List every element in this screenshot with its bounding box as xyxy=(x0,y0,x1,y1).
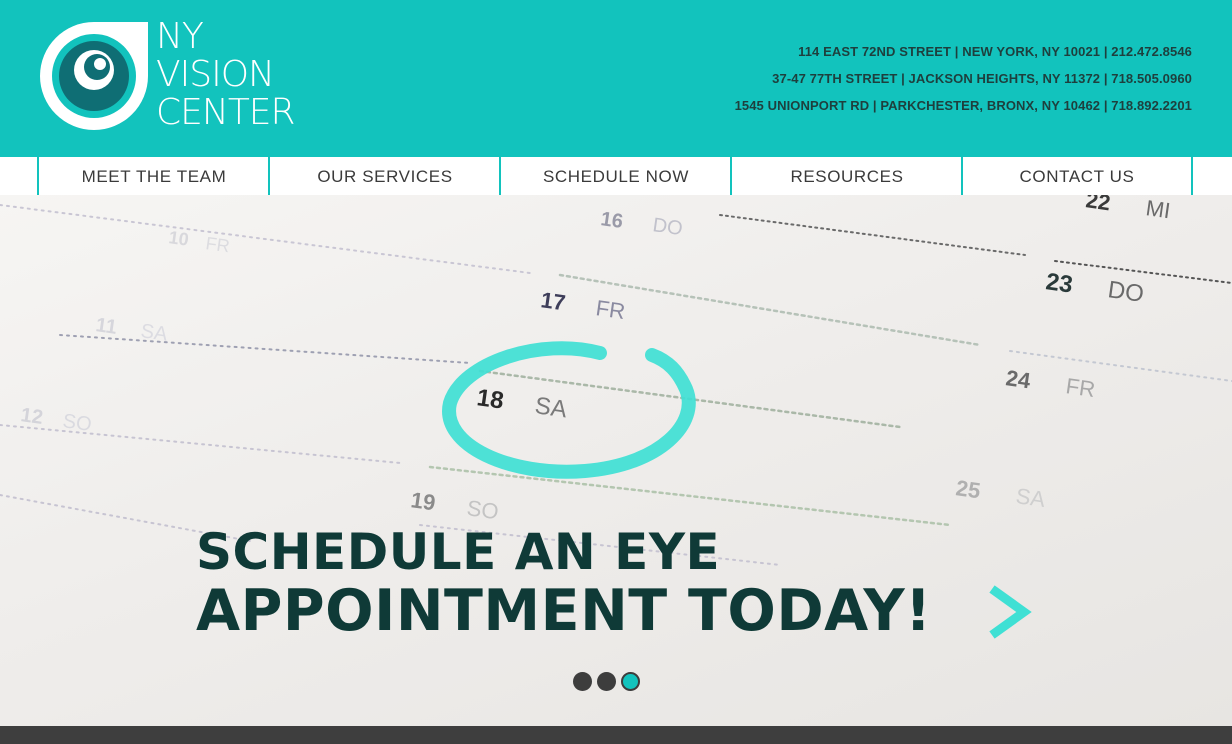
brand-name: NY VISION CENTER xyxy=(156,16,296,133)
chevron-right-icon[interactable] xyxy=(984,583,1034,641)
slide-dot-1[interactable] xyxy=(573,672,592,691)
calendar-day-16: 16 xyxy=(599,208,624,233)
brand-line-1: NY xyxy=(156,16,204,57)
address-jackson-heights: 37-47 77TH STREET | JACKSON HEIGHTS, NY … xyxy=(772,71,1192,86)
calendar-weekday-25: SA xyxy=(1014,483,1047,512)
calendar-day-12: 12 xyxy=(19,404,44,429)
calendar-weekday-17: FR xyxy=(594,295,627,324)
nav-schedule-now[interactable]: SCHEDULE NOW xyxy=(499,157,731,195)
calendar-weekday-10: FR xyxy=(204,233,231,256)
calendar-weekday-18: SA xyxy=(533,392,568,423)
calendar-day-17: 17 xyxy=(539,287,567,315)
slide-dot-3[interactable] xyxy=(621,672,640,691)
headline-line-2: APPOINTMENT TODAY! xyxy=(196,578,932,644)
brand-line-3: CENTER xyxy=(156,92,296,133)
site-header: NY VISION CENTER 114 EAST 72ND STREET | … xyxy=(0,0,1232,157)
calendar-background-image: 16 DO 10 FR 17 FR 11 SA 12 SO 18 SA 19 S… xyxy=(0,195,1232,566)
address-upper-east-side: 114 EAST 72ND STREET | NEW YORK, NY 1002… xyxy=(798,44,1192,59)
slide-dot-2[interactable] xyxy=(597,672,616,691)
nav-resources[interactable]: RESOURCES xyxy=(730,157,962,195)
calendar-day-24: 24 xyxy=(1004,365,1032,393)
main-nav: MEET THE TEAM OUR SERVICES SCHEDULE NOW … xyxy=(0,157,1232,195)
calendar-day-18: 18 xyxy=(475,384,505,414)
headline-line-1: SCHEDULE AN EYE xyxy=(196,523,721,581)
hero-headline: SCHEDULE AN EYE APPOINTMENT TODAY! xyxy=(196,525,932,643)
location-list: 114 EAST 72ND STREET | NEW YORK, NY 1002… xyxy=(735,38,1192,119)
nav-contact-us[interactable]: CONTACT US xyxy=(961,157,1193,195)
brand-line-2: VISION xyxy=(156,54,275,95)
hero-slider: 16 DO 10 FR 17 FR 11 SA 12 SO 18 SA 19 S… xyxy=(0,195,1232,726)
calendar-weekday-16: DO xyxy=(651,214,684,240)
eye-logo-icon xyxy=(40,22,148,130)
logo[interactable]: NY VISION CENTER xyxy=(36,18,306,134)
calendar-weekday-19: SO xyxy=(465,495,500,524)
nav-meet-the-team[interactable]: MEET THE TEAM xyxy=(37,157,269,195)
calendar-weekday-24: FR xyxy=(1064,373,1097,402)
calendar-weekday-12: SO xyxy=(61,410,93,436)
nav-our-services[interactable]: OUR SERVICES xyxy=(268,157,500,195)
calendar-weekday-22: MI xyxy=(1144,195,1172,223)
calendar-weekday-23: DO xyxy=(1106,276,1145,308)
calendar-weekday-11: SA xyxy=(139,320,169,346)
calendar-day-19: 19 xyxy=(409,487,437,515)
calendar-day-10: 10 xyxy=(167,227,190,250)
address-parkchester: 1545 UNIONPORT RD | PARKCHESTER, BRONX, … xyxy=(734,98,1192,113)
calendar-day-11: 11 xyxy=(94,314,118,339)
calendar-day-22: 22 xyxy=(1084,195,1112,215)
footer-bar xyxy=(0,726,1232,744)
calendar-day-23: 23 xyxy=(1044,268,1074,298)
calendar-day-25: 25 xyxy=(954,475,982,503)
